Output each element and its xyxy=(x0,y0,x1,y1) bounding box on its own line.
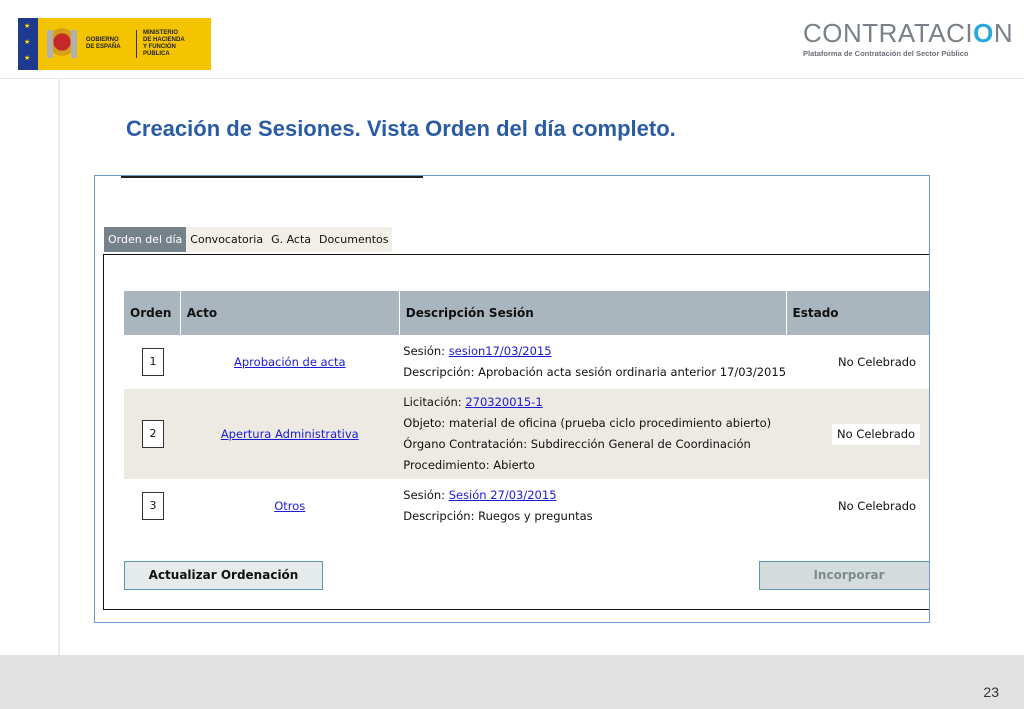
tab-bar: Orden del día Convocatoria G. Acta Docum… xyxy=(104,227,393,252)
header-acto: Acto xyxy=(180,291,400,335)
session-link[interactable]: sesion17/03/2015 xyxy=(449,344,552,358)
tab-g-acta[interactable]: G. Acta xyxy=(267,227,316,252)
footer-bar: 23 xyxy=(0,655,1024,709)
ministry-line-3: Y FUNCIÓN PÚBLICA xyxy=(143,44,176,57)
gobierno-espana-logo: ★ ★ ★ GOBIERNO DE ESPAÑA MINISTERIO DE HAC… xyxy=(18,18,211,70)
object-text: Objeto: material de oficina (prueba cicl… xyxy=(403,416,772,430)
table-row: 2 Apertura Administrativa Licitación: 27… xyxy=(124,389,929,479)
incorporar-button[interactable]: Incorporar xyxy=(759,561,929,590)
brand-title: CONTRATACION xyxy=(803,18,1014,48)
sessions-table: Orden Acto Descripción Sesión Estado 1 A… xyxy=(124,291,929,533)
table-header-row: Orden Acto Descripción Sesión Estado xyxy=(124,291,929,335)
orden-input[interactable]: 3 xyxy=(142,492,164,520)
screenshot-top-bar xyxy=(121,176,423,178)
header-divider xyxy=(0,78,1024,79)
tab-documentos[interactable]: Documentos xyxy=(315,227,393,252)
power-icon: O xyxy=(973,18,994,48)
orden-input[interactable]: 1 xyxy=(142,348,164,376)
tab-convocatoria[interactable]: Convocatoria xyxy=(186,227,268,252)
eu-spain-flag-icon: ★ ★ ★ xyxy=(18,18,38,70)
acto-link[interactable]: Aprobación de acta xyxy=(180,355,399,369)
status-text: No Celebrado xyxy=(832,423,921,445)
ministry-line-2: DE HACIENDA xyxy=(143,37,185,43)
side-divider xyxy=(58,79,60,655)
app-screenshot: Orden del día Convocatoria G. Acta Docum… xyxy=(94,175,930,623)
session-link[interactable]: Sesión 27/03/2015 xyxy=(449,488,557,502)
organo-text: Órgano Contratación: Subdirección Genera… xyxy=(403,437,751,451)
gov-line-1: GOBIERNO xyxy=(86,37,119,43)
description-text: Descripción: Aprobación acta sesión ordi… xyxy=(403,365,787,379)
slide-title: Creación de Sesiones. Vista Orden del dí… xyxy=(126,116,676,141)
acto-link[interactable]: Apertura Administrativa xyxy=(180,427,399,441)
table-row: 3 Otros Sesión: Sesión 27/03/2015 Descri… xyxy=(124,479,929,533)
header-orden: Orden xyxy=(124,291,181,335)
spain-coat-of-arms-icon xyxy=(44,24,80,64)
brand-subtitle: Plataforma de Contratación del Sector Pú… xyxy=(803,49,969,58)
description-text: Descripción: Ruegos y preguntas xyxy=(403,509,593,523)
procedimiento-text: Procedimiento: Abierto xyxy=(403,458,535,472)
actualizar-ordenacion-button[interactable]: Actualizar Ordenación xyxy=(124,561,323,590)
acto-link[interactable]: Otros xyxy=(180,499,399,513)
status-text: No Celebrado xyxy=(838,355,917,369)
page-number: 23 xyxy=(983,684,999,700)
ministry-line-1: MINISTERIO xyxy=(143,30,179,36)
status-text: No Celebrado xyxy=(838,499,917,513)
tab-orden-del-dia[interactable]: Orden del día xyxy=(104,227,187,252)
orden-input[interactable]: 2 xyxy=(142,420,164,448)
orden-del-dia-panel: Orden Acto Descripción Sesión Estado 1 A… xyxy=(103,254,929,610)
header-descripcion: Descripción Sesión xyxy=(399,291,787,335)
table-row: 1 Aprobación de acta Sesión: sesion17/03… xyxy=(124,335,929,389)
header-estado: Estado xyxy=(786,291,929,335)
contratacion-logo: CONTRATACION Plataforma de Contratación … xyxy=(803,18,1013,58)
gov-line-2: DE ESPAÑA xyxy=(86,44,121,50)
licitacion-link[interactable]: 270320015-1 xyxy=(465,395,542,409)
